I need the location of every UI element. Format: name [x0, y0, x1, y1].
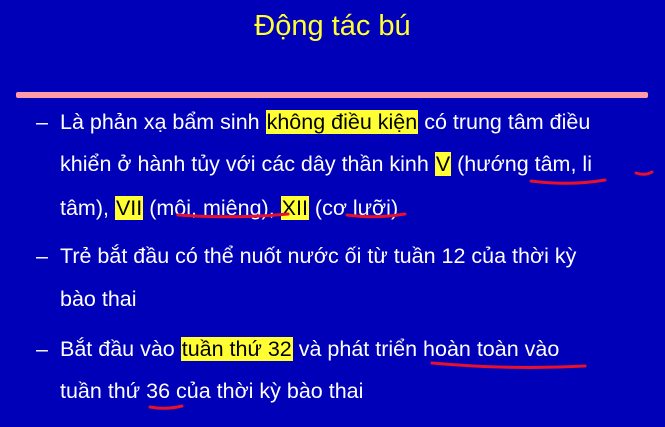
presentation-slide: Động tác bú – Là phản xạ bẩm sinh không …: [0, 0, 665, 427]
text-run: (cơ lưỡi): [308, 196, 399, 220]
text-run: có trung tâm điều: [418, 110, 591, 134]
text-run: và phát triển hoàn toàn vào: [292, 337, 560, 361]
bullet-1-line-3: tâm), VII (môi, miệng), XII (cơ lưỡi): [60, 194, 398, 222]
bullet-marker: –: [36, 337, 48, 361]
bullet-3-line-2: tuần thứ 36 của thời kỳ bào thai: [60, 379, 364, 403]
pen-underline: [148, 404, 184, 410]
title-divider: [16, 92, 648, 98]
highlight-nerve-vii: VII: [114, 196, 144, 220]
highlight-nerve-xii: XII: [280, 196, 309, 220]
bullet-2-line-2: bào thai: [60, 287, 137, 311]
pen-underline: [430, 361, 587, 369]
highlight-week-32: tuần thứ 32: [180, 337, 293, 361]
text-run: Là phản xạ bẩm sinh: [60, 110, 266, 134]
text-run: khiển ở hành tủy với các dây thần kinh: [60, 152, 435, 176]
text-run: Bắt đầu vào: [60, 337, 181, 361]
text-run: (hướng tâm, li: [451, 152, 592, 176]
pen-underline: [529, 178, 607, 185]
bullet-marker: –: [36, 244, 48, 268]
pen-underline: [634, 170, 654, 176]
highlight-unconditioned: không điều kiện: [265, 110, 419, 134]
bullet-1-line-1: Là phản xạ bẩm sinh không điều kiện có t…: [60, 108, 590, 136]
bullet-marker: –: [36, 110, 48, 134]
highlight-nerve-v: V: [434, 152, 452, 176]
slide-title: Động tác bú: [254, 10, 411, 42]
bullet-1-line-2: khiển ở hành tủy với các dây thần kinh V…: [60, 150, 592, 178]
text-run: (môi, miệng),: [143, 196, 281, 220]
bullet-3-line-1: Bắt đầu vào tuần thứ 32 và phát triển ho…: [60, 335, 559, 363]
bullet-2-line-1: Trẻ bắt đầu có thể nuốt nước ối từ tuần …: [60, 244, 577, 268]
text-run: tâm),: [60, 196, 115, 220]
